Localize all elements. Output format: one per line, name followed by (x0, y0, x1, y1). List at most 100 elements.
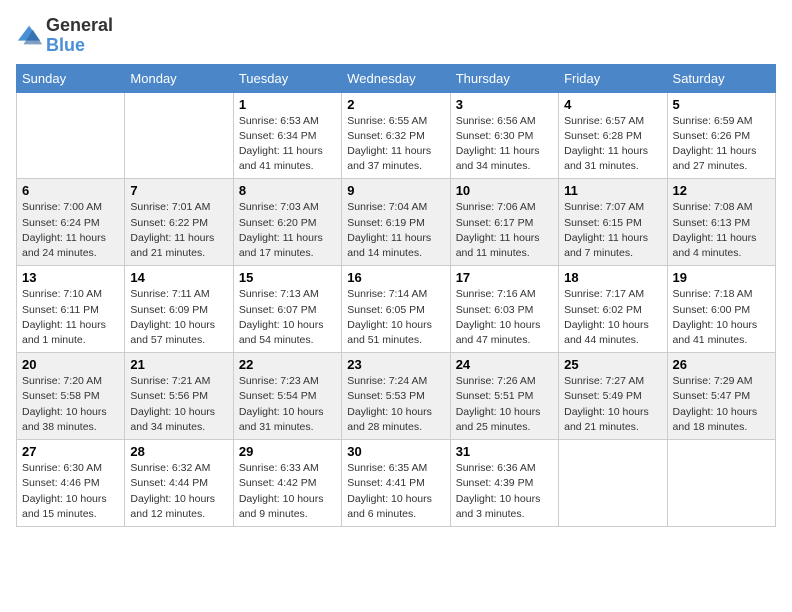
calendar-cell: 7 Sunrise: 7:01 AM Sunset: 6:22 PM Daylig… (125, 179, 233, 266)
day-number: 4 (564, 97, 661, 112)
day-info: Sunrise: 7:10 AM Sunset: 6:11 PM Dayligh… (22, 287, 119, 348)
day-number: 1 (239, 97, 336, 112)
calendar-cell: 11Sunrise: 7:07 AM Sunset: 6:15 PM Dayli… (559, 179, 667, 266)
calendar-header-row: SundayMondayTuesdayWednesdayThursdayFrid… (17, 64, 776, 92)
calendar-table: SundayMondayTuesdayWednesdayThursdayFrid… (16, 64, 776, 527)
day-number: 9 (347, 183, 444, 198)
column-header-monday: Monday (125, 64, 233, 92)
calendar-week-1: 1Sunrise: 6:53 AM Sunset: 6:34 PM Daylig… (17, 92, 776, 179)
day-number: 3 (456, 97, 553, 112)
day-info: Sunrise: 7:06 AM Sunset: 6:17 PM Dayligh… (456, 200, 553, 261)
day-info: Sunrise: 7:00 AM Sunset: 6:24 PM Dayligh… (22, 200, 119, 261)
day-number: 19 (673, 270, 770, 285)
day-number: 8 (239, 183, 336, 198)
day-info: Sunrise: 6:55 AM Sunset: 6:32 PM Dayligh… (347, 114, 444, 175)
day-info: Sunrise: 7:18 AM Sunset: 6:00 PM Dayligh… (673, 287, 770, 348)
day-number: 12 (673, 183, 770, 198)
day-info: Sunrise: 6:57 AM Sunset: 6:28 PM Dayligh… (564, 114, 661, 175)
day-info: Sunrise: 7:13 AM Sunset: 6:07 PM Dayligh… (239, 287, 336, 348)
day-info: Sunrise: 6:32 AM Sunset: 4:44 PM Dayligh… (130, 461, 227, 522)
calendar-cell: 21Sunrise: 7:21 AM Sunset: 5:56 PM Dayli… (125, 353, 233, 440)
calendar-week-2: 6 Sunrise: 7:00 AM Sunset: 6:24 PM Daylig… (17, 179, 776, 266)
day-info: Sunrise: 7:24 AM Sunset: 5:53 PM Dayligh… (347, 374, 444, 435)
logo: General Blue (16, 16, 113, 56)
calendar-cell: 8 Sunrise: 7:03 AM Sunset: 6:20 PM Daylig… (233, 179, 341, 266)
day-info: Sunrise: 7:08 AM Sunset: 6:13 PM Dayligh… (673, 200, 770, 261)
calendar-cell (125, 92, 233, 179)
calendar-cell: 23 Sunrise: 7:24 AM Sunset: 5:53 PM Dayli… (342, 353, 450, 440)
calendar-cell: 17 Sunrise: 7:16 AM Sunset: 6:03 PM Dayli… (450, 266, 558, 353)
calendar-cell (667, 440, 775, 527)
day-info: Sunrise: 7:17 AM Sunset: 6:02 PM Dayligh… (564, 287, 661, 348)
day-number: 18 (564, 270, 661, 285)
day-info: Sunrise: 7:11 AM Sunset: 6:09 PM Dayligh… (130, 287, 227, 348)
calendar-cell: 2Sunrise: 6:55 AM Sunset: 6:32 PM Daylig… (342, 92, 450, 179)
day-info: Sunrise: 7:03 AM Sunset: 6:20 PM Dayligh… (239, 200, 336, 261)
day-number: 28 (130, 444, 227, 459)
calendar-cell: 12 Sunrise: 7:08 AM Sunset: 6:13 PM Dayli… (667, 179, 775, 266)
calendar-cell: 19 Sunrise: 7:18 AM Sunset: 6:00 PM Dayli… (667, 266, 775, 353)
day-number: 13 (22, 270, 119, 285)
page-header: General Blue (16, 16, 776, 56)
calendar-cell: 9 Sunrise: 7:04 AM Sunset: 6:19 PM Daylig… (342, 179, 450, 266)
day-info: Sunrise: 7:23 AM Sunset: 5:54 PM Dayligh… (239, 374, 336, 435)
calendar-week-4: 20 Sunrise: 7:20 AM Sunset: 5:58 PM Dayli… (17, 353, 776, 440)
day-number: 30 (347, 444, 444, 459)
calendar-cell (559, 440, 667, 527)
day-info: Sunrise: 7:16 AM Sunset: 6:03 PM Dayligh… (456, 287, 553, 348)
column-header-wednesday: Wednesday (342, 64, 450, 92)
day-info: Sunrise: 7:07 AM Sunset: 6:15 PM Dayligh… (564, 200, 661, 261)
calendar-cell: 31Sunrise: 6:36 AM Sunset: 4:39 PM Dayli… (450, 440, 558, 527)
day-number: 6 (22, 183, 119, 198)
day-number: 10 (456, 183, 553, 198)
day-info: Sunrise: 7:27 AM Sunset: 5:49 PM Dayligh… (564, 374, 661, 435)
day-number: 17 (456, 270, 553, 285)
calendar-cell: 15 Sunrise: 7:13 AM Sunset: 6:07 PM Dayli… (233, 266, 341, 353)
day-info: Sunrise: 7:20 AM Sunset: 5:58 PM Dayligh… (22, 374, 119, 435)
day-info: Sunrise: 7:29 AM Sunset: 5:47 PM Dayligh… (673, 374, 770, 435)
day-info: Sunrise: 7:14 AM Sunset: 6:05 PM Dayligh… (347, 287, 444, 348)
calendar-cell: 5Sunrise: 6:59 AM Sunset: 6:26 PM Daylig… (667, 92, 775, 179)
logo-text: General Blue (46, 16, 113, 56)
calendar-cell: 18 Sunrise: 7:17 AM Sunset: 6:02 PM Dayli… (559, 266, 667, 353)
day-info: Sunrise: 6:33 AM Sunset: 4:42 PM Dayligh… (239, 461, 336, 522)
calendar-week-3: 13 Sunrise: 7:10 AM Sunset: 6:11 PM Dayli… (17, 266, 776, 353)
column-header-thursday: Thursday (450, 64, 558, 92)
calendar-cell: 20 Sunrise: 7:20 AM Sunset: 5:58 PM Dayli… (17, 353, 125, 440)
calendar-cell: 4 Sunrise: 6:57 AM Sunset: 6:28 PM Daylig… (559, 92, 667, 179)
calendar-cell: 1Sunrise: 6:53 AM Sunset: 6:34 PM Daylig… (233, 92, 341, 179)
calendar-cell: 6 Sunrise: 7:00 AM Sunset: 6:24 PM Daylig… (17, 179, 125, 266)
column-header-sunday: Sunday (17, 64, 125, 92)
day-number: 27 (22, 444, 119, 459)
calendar-cell: 28 Sunrise: 6:32 AM Sunset: 4:44 PM Dayli… (125, 440, 233, 527)
calendar-cell: 13 Sunrise: 7:10 AM Sunset: 6:11 PM Dayli… (17, 266, 125, 353)
day-info: Sunrise: 6:36 AM Sunset: 4:39 PM Dayligh… (456, 461, 553, 522)
day-info: Sunrise: 7:01 AM Sunset: 6:22 PM Dayligh… (130, 200, 227, 261)
day-number: 20 (22, 357, 119, 372)
day-info: Sunrise: 7:26 AM Sunset: 5:51 PM Dayligh… (456, 374, 553, 435)
calendar-cell (17, 92, 125, 179)
day-number: 16 (347, 270, 444, 285)
day-info: Sunrise: 7:04 AM Sunset: 6:19 PM Dayligh… (347, 200, 444, 261)
logo-icon (16, 22, 44, 50)
day-number: 25 (564, 357, 661, 372)
calendar-cell: 10 Sunrise: 7:06 AM Sunset: 6:17 PM Dayli… (450, 179, 558, 266)
day-number: 22 (239, 357, 336, 372)
calendar-cell: 25 Sunrise: 7:27 AM Sunset: 5:49 PM Dayli… (559, 353, 667, 440)
day-number: 23 (347, 357, 444, 372)
calendar-cell: 27 Sunrise: 6:30 AM Sunset: 4:46 PM Dayli… (17, 440, 125, 527)
calendar-cell: 29Sunrise: 6:33 AM Sunset: 4:42 PM Dayli… (233, 440, 341, 527)
day-number: 15 (239, 270, 336, 285)
calendar-cell: 22 Sunrise: 7:23 AM Sunset: 5:54 PM Dayli… (233, 353, 341, 440)
day-info: Sunrise: 6:30 AM Sunset: 4:46 PM Dayligh… (22, 461, 119, 522)
calendar-cell: 26Sunrise: 7:29 AM Sunset: 5:47 PM Dayli… (667, 353, 775, 440)
day-number: 7 (130, 183, 227, 198)
day-info: Sunrise: 6:35 AM Sunset: 4:41 PM Dayligh… (347, 461, 444, 522)
column-header-saturday: Saturday (667, 64, 775, 92)
calendar-cell: 3 Sunrise: 6:56 AM Sunset: 6:30 PM Daylig… (450, 92, 558, 179)
calendar-cell: 24Sunrise: 7:26 AM Sunset: 5:51 PM Dayli… (450, 353, 558, 440)
column-header-tuesday: Tuesday (233, 64, 341, 92)
column-header-friday: Friday (559, 64, 667, 92)
calendar-cell: 30 Sunrise: 6:35 AM Sunset: 4:41 PM Dayli… (342, 440, 450, 527)
day-info: Sunrise: 6:56 AM Sunset: 6:30 PM Dayligh… (456, 114, 553, 175)
